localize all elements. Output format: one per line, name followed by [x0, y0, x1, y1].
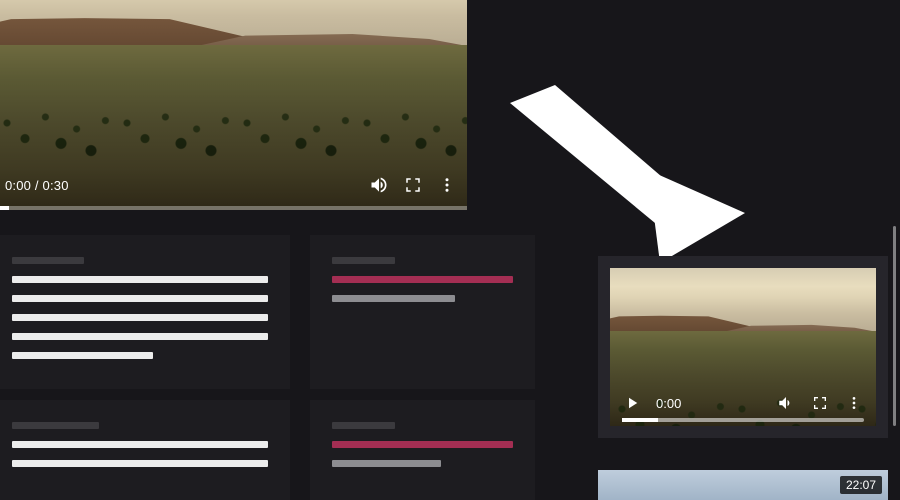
- next-video-thumbnail[interactable]: 22:07: [598, 470, 888, 500]
- duration-badge: 22:07: [840, 476, 882, 494]
- sidebar-scrollbar[interactable]: [893, 226, 896, 426]
- content-cards-row-1: [0, 235, 550, 389]
- progress-fill: [622, 418, 658, 422]
- fullscreen-icon[interactable]: [810, 393, 830, 413]
- time-display: 0:00 / 0:30: [5, 178, 69, 193]
- volume-icon[interactable]: [776, 393, 796, 413]
- progress-bar[interactable]: [622, 418, 864, 422]
- video-controls: 0:00 / 0:30: [0, 164, 467, 210]
- content-card[interactable]: [0, 400, 290, 500]
- content-card[interactable]: [310, 400, 535, 500]
- main-video-player[interactable]: 0:00 / 0:30: [0, 0, 467, 210]
- fullscreen-icon[interactable]: [403, 175, 423, 195]
- play-icon[interactable]: [622, 393, 642, 413]
- progress-bar[interactable]: [0, 206, 467, 210]
- pip-video-player[interactable]: 0:00: [610, 268, 876, 426]
- pip-player-container[interactable]: 0:00: [598, 256, 888, 438]
- more-vert-icon[interactable]: [844, 393, 864, 413]
- progress-fill: [0, 206, 9, 210]
- content-card[interactable]: [310, 235, 535, 389]
- pip-arrow-annotation: [500, 85, 750, 255]
- time-display: 0:00: [656, 396, 681, 411]
- content-cards-row-2: [0, 400, 550, 500]
- more-vert-icon[interactable]: [437, 175, 457, 195]
- content-card[interactable]: [0, 235, 290, 389]
- volume-icon[interactable]: [369, 175, 389, 195]
